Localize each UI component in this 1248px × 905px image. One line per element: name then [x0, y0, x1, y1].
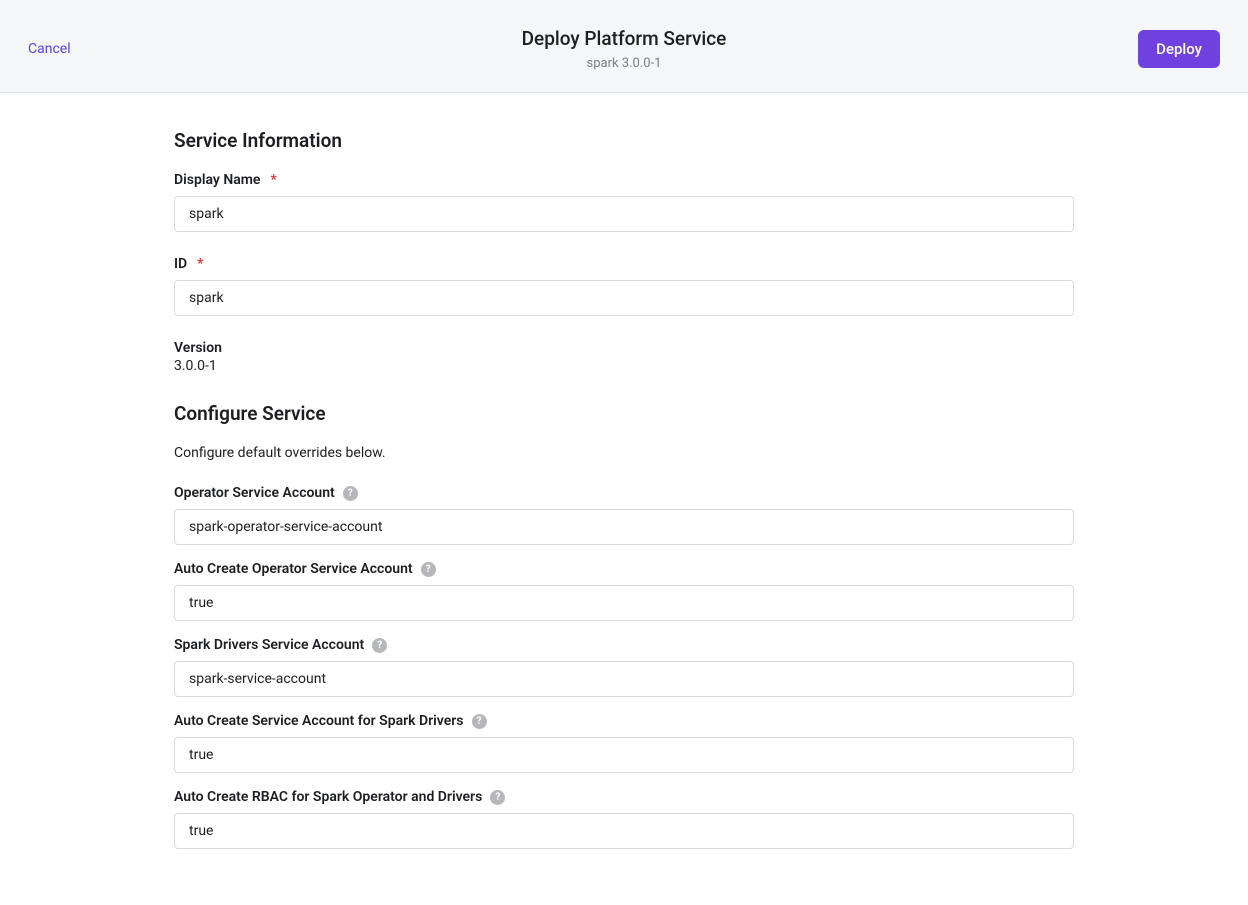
deploy-button[interactable]: Deploy [1138, 30, 1220, 68]
auto-create-operator-service-account-field: Auto Create Operator Service Account ? [174, 561, 1074, 621]
auto-create-service-account-spark-drivers-field: Auto Create Service Account for Spark Dr… [174, 713, 1074, 773]
version-label: Version [174, 340, 1074, 356]
auto-create-service-account-spark-drivers-input[interactable] [174, 737, 1074, 773]
operator-service-account-input[interactable] [174, 509, 1074, 545]
auto-create-service-account-spark-drivers-label: Auto Create Service Account for Spark Dr… [174, 713, 1074, 729]
page-title: Deploy Platform Service [522, 27, 727, 50]
help-icon[interactable]: ? [472, 714, 487, 729]
display-name-field: Display Name * [174, 172, 1074, 232]
version-field: Version 3.0.0-1 [174, 340, 1074, 374]
spark-drivers-service-account-label-text: Spark Drivers Service Account [174, 637, 364, 653]
required-indicator: * [270, 172, 276, 188]
auto-create-service-account-spark-drivers-label-text: Auto Create Service Account for Spark Dr… [174, 713, 464, 729]
auto-create-operator-service-account-input[interactable] [174, 585, 1074, 621]
configure-service-section: Configure Service Configure default over… [174, 402, 1074, 849]
help-icon[interactable]: ? [343, 486, 358, 501]
id-field: ID * [174, 256, 1074, 316]
auto-create-rbac-label-text: Auto Create RBAC for Spark Operator and … [174, 789, 482, 805]
auto-create-operator-service-account-label-text: Auto Create Operator Service Account [174, 561, 413, 577]
page-subtitle: spark 3.0.0-1 [522, 56, 727, 71]
required-indicator: * [197, 256, 203, 272]
form-content: Service Information Display Name * ID * Ve… [174, 93, 1074, 905]
id-label-text: ID [174, 256, 187, 272]
service-information-title: Service Information [174, 129, 1074, 152]
operator-service-account-field: Operator Service Account ? [174, 485, 1074, 545]
id-input[interactable] [174, 280, 1074, 316]
header-title-group: Deploy Platform Service spark 3.0.0-1 [522, 27, 727, 71]
auto-create-rbac-input[interactable] [174, 813, 1074, 849]
spark-drivers-service-account-input[interactable] [174, 661, 1074, 697]
page-header: Cancel Deploy Platform Service spark 3.0… [0, 0, 1248, 93]
auto-create-rbac-field: Auto Create RBAC for Spark Operator and … [174, 789, 1074, 849]
display-name-label: Display Name * [174, 172, 1074, 188]
auto-create-operator-service-account-label: Auto Create Operator Service Account ? [174, 561, 1074, 577]
help-icon[interactable]: ? [372, 638, 387, 653]
id-label: ID * [174, 256, 1074, 272]
spark-drivers-service-account-label: Spark Drivers Service Account ? [174, 637, 1074, 653]
help-icon[interactable]: ? [490, 790, 505, 805]
spark-drivers-service-account-field: Spark Drivers Service Account ? [174, 637, 1074, 697]
configure-service-description: Configure default overrides below. [174, 445, 1074, 461]
display-name-label-text: Display Name [174, 172, 260, 188]
auto-create-rbac-label: Auto Create RBAC for Spark Operator and … [174, 789, 1074, 805]
help-icon[interactable]: ? [421, 562, 436, 577]
version-value: 3.0.0-1 [174, 358, 1074, 374]
cancel-button[interactable]: Cancel [28, 41, 71, 57]
configure-service-title: Configure Service [174, 402, 1074, 425]
operator-service-account-label-text: Operator Service Account [174, 485, 335, 501]
operator-service-account-label: Operator Service Account ? [174, 485, 1074, 501]
display-name-input[interactable] [174, 196, 1074, 232]
